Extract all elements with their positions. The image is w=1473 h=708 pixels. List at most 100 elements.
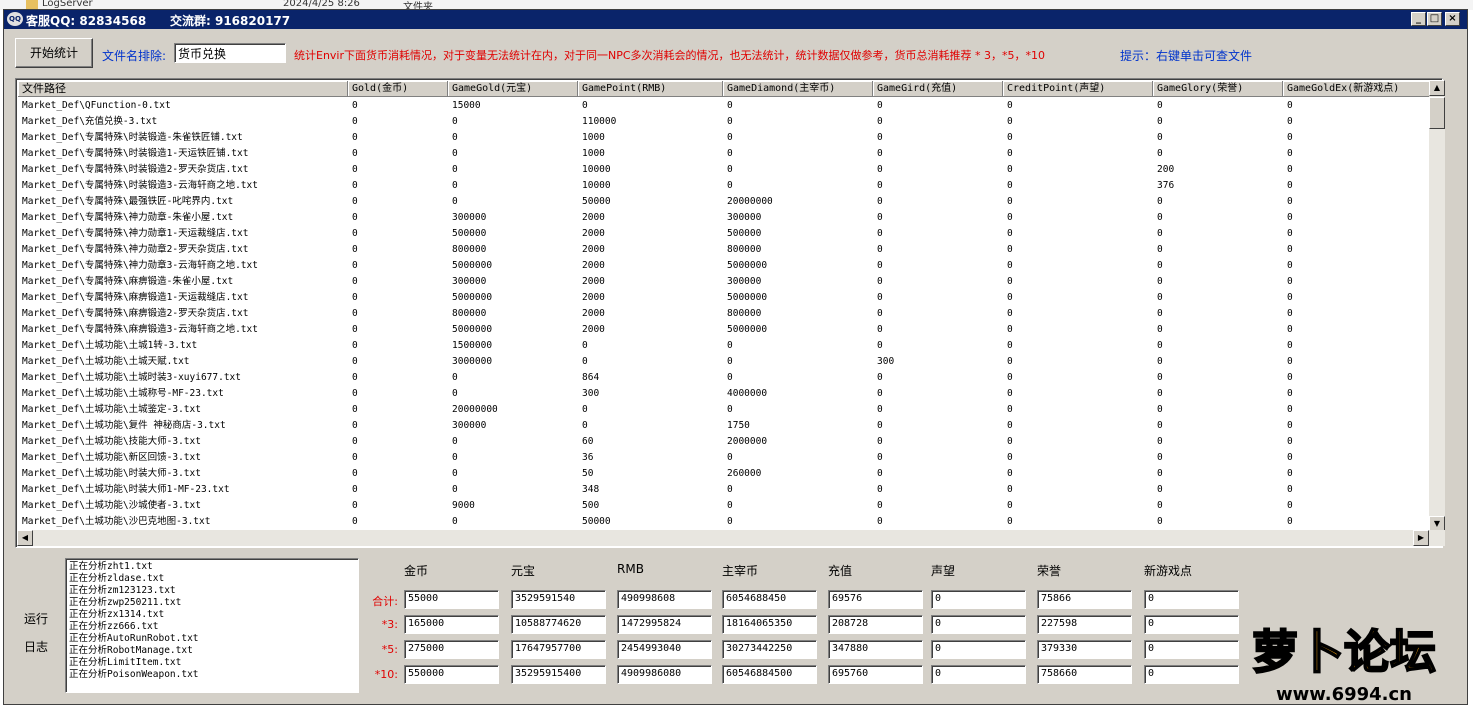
column-header[interactable]: 文件路径 bbox=[18, 81, 348, 97]
file-grid[interactable]: 文件路径 Gold(金币) GameGold(元宝) GamePoint(RMB) Ga… bbox=[15, 78, 1443, 548]
summary-value-field[interactable]: 0 bbox=[1144, 665, 1239, 684]
column-header[interactable]: Gold(金币) bbox=[348, 81, 448, 97]
summary-value-field[interactable]: 0 bbox=[1144, 640, 1239, 659]
summary-value-field[interactable]: 0 bbox=[931, 665, 1026, 684]
summary-value-field[interactable]: 0 bbox=[1144, 590, 1239, 609]
watermark-url: www.6994.cn bbox=[1276, 684, 1412, 705]
table-row[interactable]: Market_Def\专属特殊\神力勋章1-天运裁缝店.txt 0 500000 20… bbox=[18, 226, 1442, 242]
summary-value-field[interactable]: 30273442250 bbox=[722, 640, 817, 659]
summary-value-field[interactable]: 0 bbox=[931, 640, 1026, 659]
summary-value-field[interactable]: 758660 bbox=[1037, 665, 1132, 684]
column-header[interactable]: GameGlory(荣誉) bbox=[1153, 81, 1283, 97]
scroll-right-arrow-icon[interactable]: ▶ bbox=[1413, 530, 1429, 546]
table-row[interactable]: Market_Def\土城功能\土城鉴定-3.txt 0 20000000 0 0 0 0 0… bbox=[18, 402, 1442, 418]
summary-value-field[interactable]: 379330 bbox=[1037, 640, 1132, 659]
value-cell: 0 bbox=[1157, 292, 1163, 303]
value-cell: 0 bbox=[1007, 276, 1013, 287]
summary-value-field[interactable]: 10588774620 bbox=[511, 615, 606, 634]
table-row[interactable]: Market_Def\土城功能\土城时装3-xuyi677.txt 0 0 864 0 0… bbox=[18, 370, 1442, 386]
table-row[interactable]: Market_Def\土城功能\土城天赋.txt 0 3000000 0 0 300 0 0 0 bbox=[18, 354, 1442, 370]
value-cell: 2000 bbox=[582, 276, 605, 287]
value-cell: 0 bbox=[877, 340, 883, 351]
summary-value-field[interactable]: 2454993040 bbox=[617, 640, 712, 659]
summary-value-field[interactable]: 3529591540 bbox=[511, 590, 606, 609]
table-row[interactable]: Market_Def\专属特殊\最强铁匠-叱咤界内.txt 0 0 50000 2000… bbox=[18, 194, 1442, 210]
table-row[interactable]: Market_Def\专属特殊\麻痹锻造3-云海轩商之地.txt 0 5000000… bbox=[18, 322, 1442, 338]
table-row[interactable]: Market_Def\专属特殊\神力勋章-朱雀小屋.txt 0 300000 2000… bbox=[18, 210, 1442, 226]
value-cell: 110000 bbox=[582, 116, 617, 127]
summary-value-field[interactable]: 4909986080 bbox=[617, 665, 712, 684]
table-row[interactable]: Market_Def\专属特殊\麻痹锻造2-罗天杂货店.txt 0 800000 20… bbox=[18, 306, 1442, 322]
value-cell: 0 bbox=[1157, 116, 1163, 127]
file-path-cell: Market_Def\土城功能\土城天赋.txt bbox=[22, 356, 190, 367]
summary-value-field[interactable]: 695760 bbox=[828, 665, 923, 684]
grid-rows: Market_Def\QFunction-0.txt 0 15000 0 0 0 0 0 0 Ma… bbox=[18, 98, 1442, 530]
table-row[interactable]: Market_Def\土城功能\复件 神秘商店-3.txt 0 300000 0 175… bbox=[18, 418, 1442, 434]
table-row[interactable]: Market_Def\土城功能\时装大师1-MF-23.txt 0 0 348 0 0 0 0… bbox=[18, 482, 1442, 498]
summary-column-header: 充值 bbox=[828, 564, 853, 578]
table-row[interactable]: Market_Def\专属特殊\时装锻造3-云海轩商之地.txt 0 0 10000 0… bbox=[18, 178, 1442, 194]
table-row[interactable]: Market_Def\专属特殊\神力勋章2-罗天杂货店.txt 0 800000 20… bbox=[18, 242, 1442, 258]
column-header[interactable]: CreditPoint(声望) bbox=[1003, 81, 1153, 97]
maximize-button[interactable]: □ bbox=[1427, 12, 1442, 26]
log-line: 正在分析zm123123.txt bbox=[69, 585, 176, 596]
start-stats-button[interactable]: 开始统计 bbox=[15, 38, 93, 68]
summary-value-field[interactable]: 165000 bbox=[404, 615, 499, 634]
close-button[interactable]: × bbox=[1445, 12, 1460, 26]
table-row[interactable]: Market_Def\土城功能\时装大师-3.txt 0 0 50 260000 0 0 0 0 bbox=[18, 466, 1442, 482]
table-row[interactable]: Market_Def\土城功能\技能大师-3.txt 0 0 60 2000000 0 0 0… bbox=[18, 434, 1442, 450]
summary-value-field[interactable]: 35295915400 bbox=[511, 665, 606, 684]
column-header[interactable]: GameGoldEx(新游戏点) bbox=[1283, 81, 1442, 97]
value-cell: 0 bbox=[1157, 436, 1163, 447]
value-cell: 500 bbox=[582, 500, 600, 511]
table-row[interactable]: Market_Def\专属特殊\麻痹锻造-朱雀小屋.txt 0 300000 2000… bbox=[18, 274, 1442, 290]
table-row[interactable]: Market_Def\充值兑换-3.txt 0 0 110000 0 0 0 0 0 bbox=[18, 114, 1442, 130]
summary-value-field[interactable]: 69576 bbox=[828, 590, 923, 609]
minimize-button[interactable]: _ bbox=[1411, 12, 1426, 26]
table-row[interactable]: Market_Def\专属特殊\神力勋章3-云海轩商之地.txt 0 5000000… bbox=[18, 258, 1442, 274]
scroll-up-arrow-icon[interactable]: ▲ bbox=[1429, 80, 1445, 96]
table-row[interactable]: Market_Def\专属特殊\时装锻造2-罗天杂货店.txt 0 0 10000 0 0… bbox=[18, 162, 1442, 178]
file-path-cell: Market_Def\土城功能\新区回馈-3.txt bbox=[22, 452, 201, 463]
log-label-run: 运行 bbox=[24, 612, 49, 626]
summary-value-field[interactable]: 6054688450 bbox=[722, 590, 817, 609]
summary-value-field[interactable]: 0 bbox=[931, 615, 1026, 634]
scroll-thumb[interactable] bbox=[1429, 97, 1445, 129]
value-cell: 0 bbox=[582, 100, 588, 111]
column-header[interactable]: GameGold(元宝) bbox=[448, 81, 578, 97]
table-row[interactable]: Market_Def\土城功能\新区回馈-3.txt 0 0 36 0 0 0 0 0 bbox=[18, 450, 1442, 466]
summary-value-field[interactable]: 347880 bbox=[828, 640, 923, 659]
summary-value-field[interactable]: 75866 bbox=[1037, 590, 1132, 609]
value-cell: 0 bbox=[582, 420, 588, 431]
summary-value-field[interactable]: 17647957700 bbox=[511, 640, 606, 659]
exclude-input[interactable]: 货币兑换 bbox=[174, 43, 286, 63]
column-header[interactable]: GameGird(充值) bbox=[873, 81, 1003, 97]
summary-value-field[interactable]: 227598 bbox=[1037, 615, 1132, 634]
value-cell: 0 bbox=[1287, 404, 1293, 415]
summary-value-field[interactable]: 490998608 bbox=[617, 590, 712, 609]
column-header[interactable]: GameDiamond(主宰币) bbox=[723, 81, 873, 97]
table-row[interactable]: Market_Def\土城功能\沙城使者-3.txt 0 9000 500 0 0 0 0 0 bbox=[18, 498, 1442, 514]
summary-value-field[interactable]: 0 bbox=[1144, 615, 1239, 634]
table-row[interactable]: Market_Def\专属特殊\麻痹锻造1-天运裁缝店.txt 0 5000000 2… bbox=[18, 290, 1442, 306]
table-row[interactable]: Market_Def\专属特殊\时装锻造-朱雀铁匠铺.txt 0 0 1000 0 0 0 0… bbox=[18, 130, 1442, 146]
table-row[interactable]: Market_Def\土城功能\沙巴克地图-3.txt 0 0 50000 0 0 0 0 0 bbox=[18, 514, 1442, 530]
summary-value-field[interactable]: 550000 bbox=[404, 665, 499, 684]
value-cell: 0 bbox=[877, 244, 883, 255]
table-row[interactable]: Market_Def\土城功能\土城1转-3.txt 0 1500000 0 0 0 0 0 0 bbox=[18, 338, 1442, 354]
summary-value-field[interactable]: 1472995824 bbox=[617, 615, 712, 634]
vertical-scrollbar[interactable]: ▲ ▼ bbox=[1429, 80, 1445, 532]
summary-value-field[interactable]: 0 bbox=[931, 590, 1026, 609]
summary-value-field[interactable]: 60546884500 bbox=[722, 665, 817, 684]
log-box[interactable]: 正在分析zht1.txt 正在分析zldase.txt 正在分析zm123123.t… bbox=[65, 558, 359, 693]
summary-value-field[interactable]: 55000 bbox=[404, 590, 499, 609]
table-row[interactable]: Market_Def\QFunction-0.txt 0 15000 0 0 0 0 0 0 bbox=[18, 98, 1442, 114]
table-row[interactable]: Market_Def\土城功能\土城称号-MF-23.txt 0 0 300 40000… bbox=[18, 386, 1442, 402]
scroll-left-arrow-icon[interactable]: ◀ bbox=[17, 530, 33, 546]
column-header[interactable]: GamePoint(RMB) bbox=[578, 81, 723, 97]
summary-value-field[interactable]: 18164065350 bbox=[722, 615, 817, 634]
horizontal-scrollbar[interactable]: ◀ ▶ bbox=[17, 530, 1445, 546]
table-row[interactable]: Market_Def\专属特殊\时装锻造1-天运铁匠铺.txt 0 0 1000 0 0 0… bbox=[18, 146, 1442, 162]
summary-value-field[interactable]: 208728 bbox=[828, 615, 923, 634]
summary-value-field[interactable]: 275000 bbox=[404, 640, 499, 659]
